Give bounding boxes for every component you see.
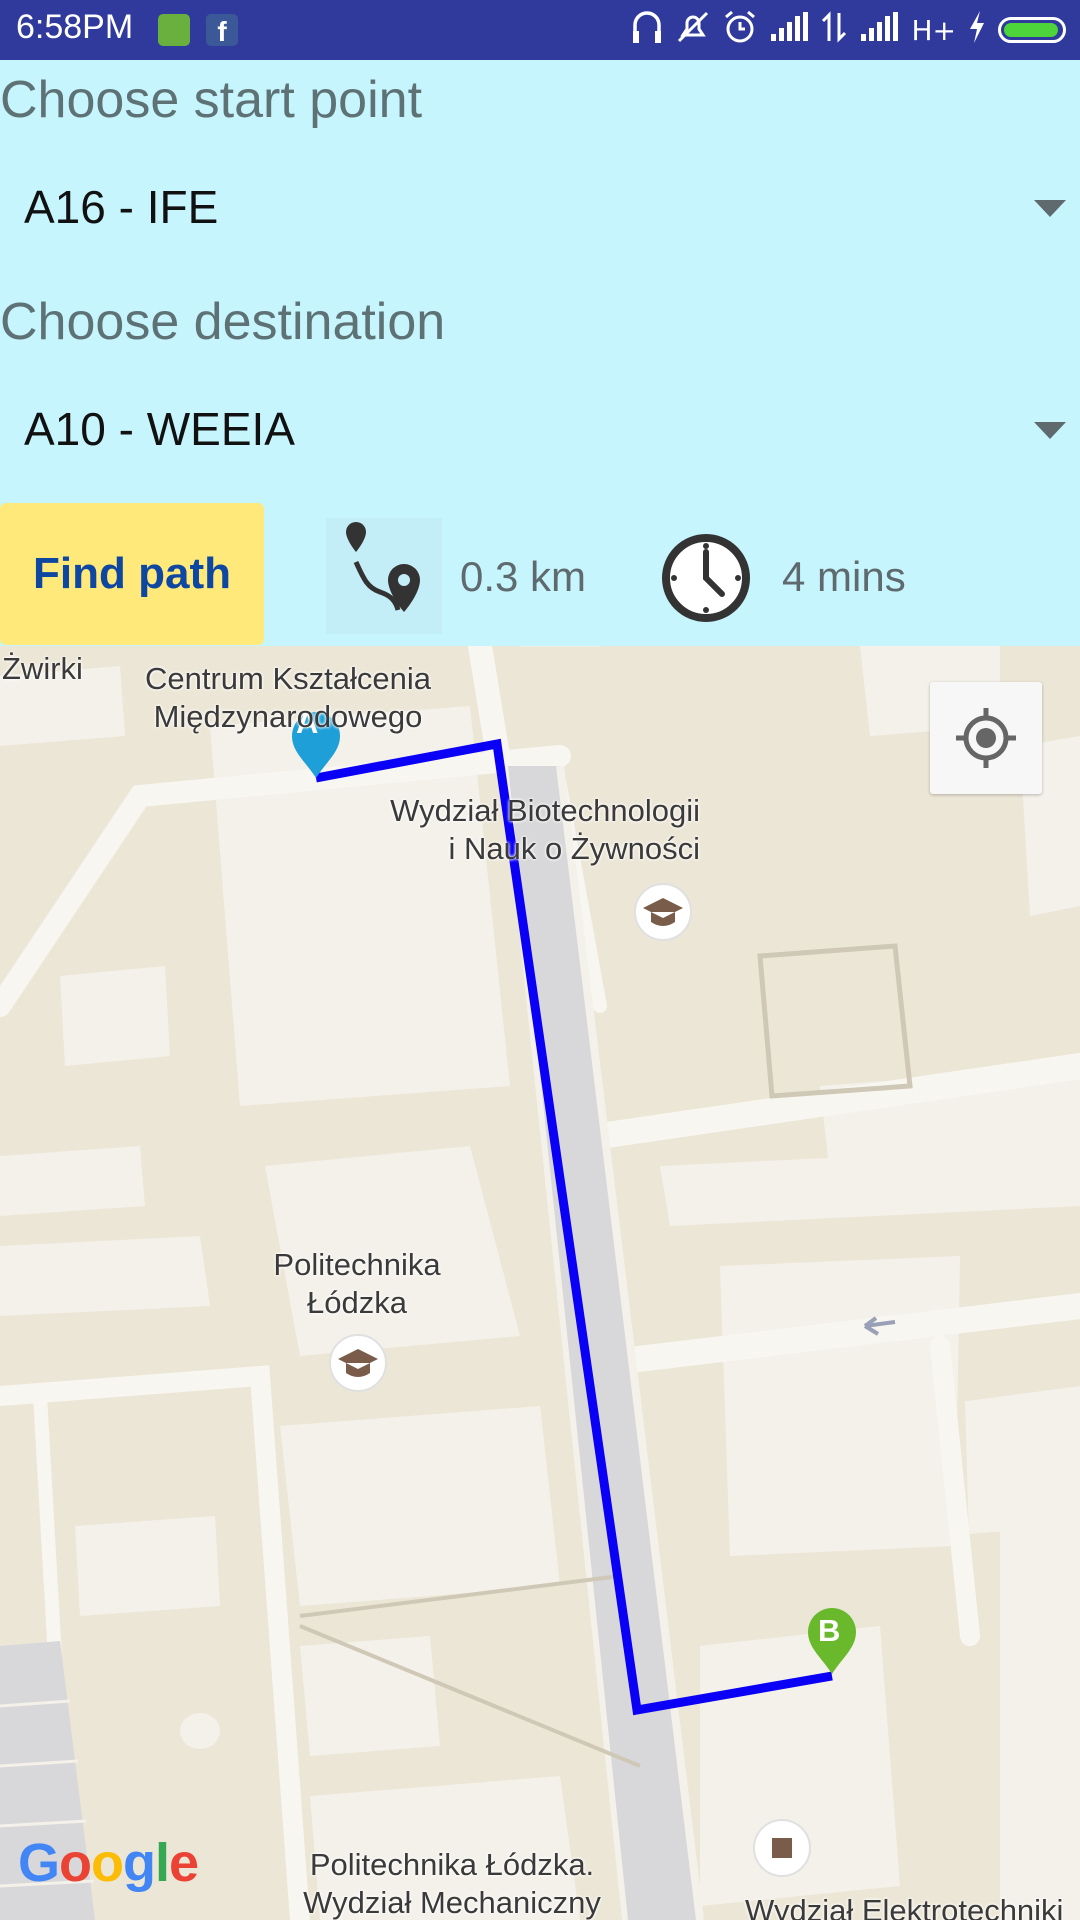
battery-icon <box>998 17 1066 43</box>
map-label-wm: Politechnika Łódzka. Wydział Mechaniczny <box>282 1846 622 1920</box>
alarm-icon <box>723 9 757 52</box>
route-icon <box>326 518 442 634</box>
headset-icon <box>631 9 663 52</box>
destination-select[interactable]: A10 - WEEIA <box>24 384 1080 474</box>
destination-label: Choose destination <box>0 293 446 351</box>
status-time: 6:58PM <box>16 8 134 46</box>
charging-icon <box>968 10 986 50</box>
map-label-politechnika-line1: Politechnika <box>273 1247 441 1282</box>
find-path-button[interactable]: Find path <box>0 503 264 645</box>
signal-icon-2 <box>859 11 899 49</box>
route-distance: 0.3 km <box>460 553 587 600</box>
map-label-wm-line2: Wydział Mechaniczny <box>303 1885 601 1920</box>
dropdown-arrow-icon <box>1034 422 1066 439</box>
status-bar: 6:58PM f H+ <box>0 0 1080 60</box>
start-point-select[interactable]: A16 - IFE <box>24 162 1080 252</box>
university-icon-2 <box>329 1334 387 1392</box>
map-label-wbnz: Wydział Biotechnologii i Nauk o Żywności <box>360 792 700 868</box>
map-label-weeia: Wydział Elektrotechniki <box>745 1893 1064 1920</box>
my-location-button[interactable] <box>930 682 1042 794</box>
signal-icon <box>769 11 809 49</box>
network-type: H+ <box>911 13 956 47</box>
map-label-politechnika-line2: Łódzka <box>307 1285 407 1320</box>
route-panel: Choose start point A16 - IFE Choose dest… <box>0 60 1080 646</box>
street-label-zwirki: Żwirki <box>2 651 83 686</box>
map-label-wbnz-line2: i Nauk o Żywności <box>448 831 700 866</box>
destination-value: A10 - WEEIA <box>24 403 295 455</box>
map-label-wbnz-line1: Wydział Biotechnologii <box>390 793 700 828</box>
vibrate-off-icon <box>675 9 711 52</box>
facebook-icon: f <box>206 14 238 47</box>
route-duration: 4 mins <box>782 553 906 600</box>
data-transfer-icon <box>821 10 847 50</box>
status-icons: H+ <box>631 10 1066 50</box>
map-label-politechnika: Politechnika Łódzka <box>240 1246 474 1322</box>
map-label-ckm: Centrum Kształcenia Międzynarodowego <box>120 660 456 736</box>
end-marker-label: B <box>818 1613 841 1648</box>
university-icon <box>634 883 692 941</box>
clock-icon <box>660 532 752 624</box>
android-app-icon <box>158 14 190 46</box>
dropdown-arrow-icon <box>1034 200 1066 217</box>
start-point-value: A16 - IFE <box>24 181 219 233</box>
google-logo: Google <box>18 1833 199 1893</box>
poi-square-icon <box>753 1819 811 1877</box>
map-label-ckm-line2: Międzynarodowego <box>153 699 423 734</box>
map-label-wm-line1: Politechnika Łódzka. <box>309 1847 595 1882</box>
start-point-label: Choose start point <box>0 71 423 129</box>
map-view[interactable]: A B Żwirki Centrum Kształcenia Międzynar… <box>0 646 1080 1920</box>
crosshair-icon <box>956 708 1016 768</box>
map-label-ckm-line1: Centrum Kształcenia <box>144 661 431 696</box>
